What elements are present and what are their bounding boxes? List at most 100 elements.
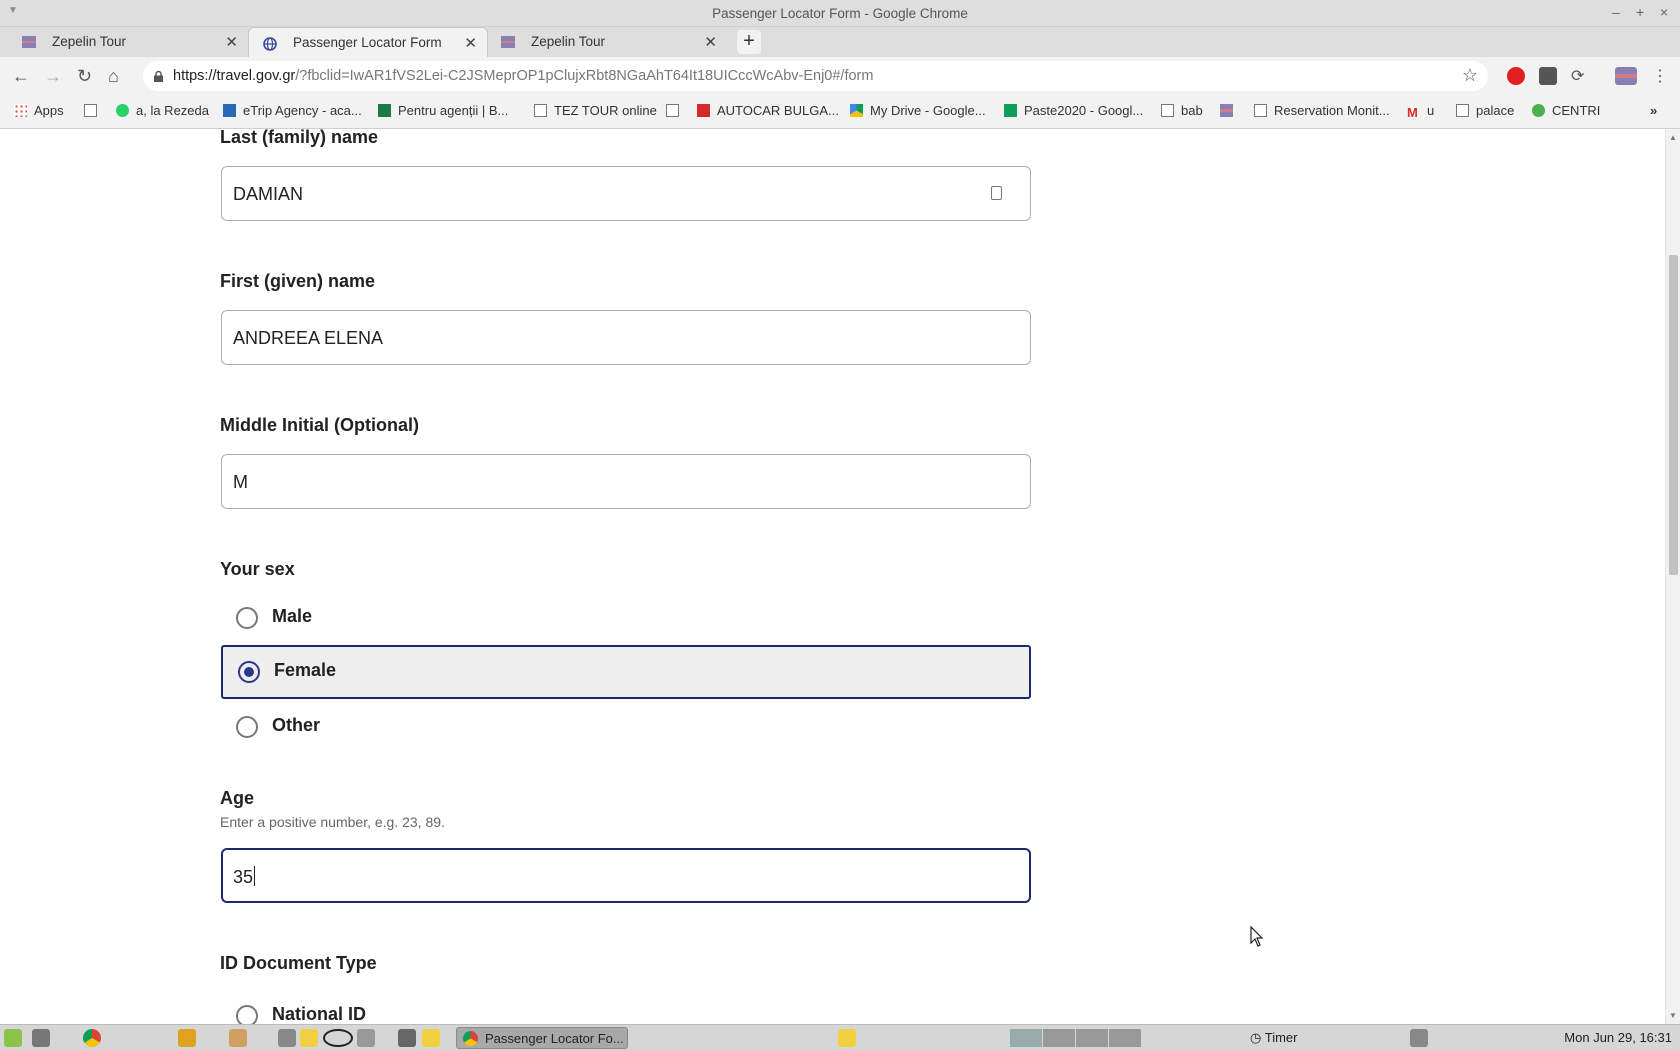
- bookmark-reservation-monitor[interactable]: Reservation Monit...: [1254, 103, 1390, 118]
- bookmark-gmail[interactable]: Mu: [1407, 103, 1434, 119]
- chrome-icon: [463, 1031, 478, 1046]
- folder-icon[interactable]: [300, 1029, 318, 1047]
- tab-label: Zepelin Tour: [52, 34, 127, 49]
- sex-label: Your sex: [220, 559, 295, 579]
- radio-unchecked-icon: [236, 607, 258, 629]
- chrome-launcher-icon[interactable]: [83, 1029, 101, 1047]
- calculator-icon[interactable]: [32, 1029, 50, 1047]
- tab-zepelin-2[interactable]: Zepelin Tour ✕: [487, 27, 727, 57]
- workspace-4[interactable]: [1109, 1029, 1141, 1047]
- bookmark-pentru-agentii[interactable]: Pentru agenții | B...: [378, 103, 508, 118]
- middle-initial-label: Middle Initial (Optional): [220, 415, 419, 435]
- workspace-1[interactable]: [1010, 1029, 1042, 1047]
- browser-toolbar: ← → ↻ ⌂ https://travel.gov.gr/?fbclid=Iw…: [0, 57, 1680, 95]
- terminal-icon[interactable]: [398, 1029, 416, 1047]
- eyes-icon[interactable]: [323, 1029, 353, 1047]
- tab-label: Passenger Locator Form: [293, 35, 442, 50]
- lock-icon: [154, 69, 163, 82]
- id-option-national-id[interactable]: National ID: [221, 990, 1031, 1024]
- chrome-menu-icon[interactable]: ⋮: [1652, 66, 1668, 86]
- radio-unchecked-icon: [236, 1005, 258, 1024]
- bookmark-palace[interactable]: palace: [1456, 103, 1514, 118]
- close-tab-icon[interactable]: ✕: [464, 34, 477, 52]
- scroll-up-icon[interactable]: ▲: [1669, 133, 1677, 142]
- taskbar-window-passenger-locator[interactable]: Passenger Locator Fo...: [456, 1027, 628, 1049]
- middle-initial-input[interactable]: M: [221, 454, 1031, 509]
- etrip-icon: [223, 104, 236, 117]
- last-name-input[interactable]: DAMIAN: [221, 166, 1031, 221]
- bookmark-page[interactable]: [84, 103, 104, 118]
- bookmarks-overflow-icon[interactable]: »: [1650, 103, 1657, 118]
- workspace-2[interactable]: [1043, 1029, 1075, 1047]
- gmail-icon: M: [1407, 105, 1418, 120]
- close-tab-icon[interactable]: ✕: [704, 33, 717, 51]
- sex-option-other[interactable]: Other: [221, 701, 1031, 755]
- back-arrow-icon[interactable]: ←: [12, 66, 30, 87]
- autocar-icon: [697, 104, 710, 117]
- tab-label: Zepelin Tour: [531, 34, 606, 49]
- sex-option-female[interactable]: Female: [221, 645, 1031, 699]
- folder-icon[interactable]: [422, 1029, 440, 1047]
- clock[interactable]: Mon Jun 29, 16:31: [1564, 1030, 1672, 1045]
- bookmark-a-la-rezeda[interactable]: a, la Rezeda: [116, 103, 209, 118]
- bookmark-page-2[interactable]: [666, 103, 686, 118]
- radio-unchecked-icon: [236, 716, 258, 738]
- maximize-icon[interactable]: +: [1636, 4, 1644, 20]
- radio-label: Female: [274, 660, 337, 680]
- bookmark-my-drive[interactable]: My Drive - Google...: [850, 103, 986, 118]
- bookmark-autocar-bulgaria[interactable]: AUTOCAR BULGA...: [697, 103, 839, 118]
- bookmark-apps[interactable]: Apps: [14, 103, 64, 118]
- bookmark-centri[interactable]: CENTRI: [1532, 103, 1600, 118]
- bookmark-bab[interactable]: bab: [1161, 103, 1203, 118]
- reload-icon[interactable]: ↻: [77, 66, 92, 87]
- whatsapp-icon: [116, 104, 129, 117]
- bookmark-zepelin[interactable]: [1220, 103, 1240, 118]
- tab-passenger-locator[interactable]: Passenger Locator Form ✕: [248, 27, 488, 57]
- bookmark-tez-tour[interactable]: TEZ TOUR online: [534, 103, 657, 118]
- timer-applet[interactable]: ◷ Timer: [1250, 1030, 1297, 1046]
- search-icon[interactable]: [357, 1029, 375, 1047]
- zepelin-favicon-icon: [501, 36, 515, 48]
- page-icon: [84, 104, 97, 117]
- tab-strip: Zepelin Tour ✕ Passenger Locator Form ✕ …: [0, 27, 1680, 57]
- bookmark-etrip-agency[interactable]: eTrip Agency - aca...: [223, 103, 362, 118]
- scrollbar-thumb[interactable]: [1669, 255, 1678, 575]
- last-name-value: DAMIAN: [233, 184, 304, 204]
- adblock-extension-icon[interactable]: [1507, 67, 1525, 85]
- mint-menu-icon[interactable]: [4, 1029, 22, 1047]
- workspace-3[interactable]: [1076, 1029, 1108, 1047]
- page-icon: [1161, 104, 1174, 117]
- close-window-icon[interactable]: ×: [1660, 4, 1668, 20]
- first-name-input[interactable]: ANDREEA ELENA: [221, 310, 1031, 365]
- age-hint: Enter a positive number, e.g. 23, 89.: [220, 814, 445, 830]
- close-tab-icon[interactable]: ✕: [225, 33, 238, 51]
- new-tab-button[interactable]: +: [737, 30, 761, 54]
- bookmark-paste2020[interactable]: Paste2020 - Googl...: [1004, 103, 1143, 118]
- forward-arrow-icon[interactable]: →: [44, 66, 62, 87]
- google-sheets-icon: [1004, 104, 1017, 117]
- tab-zepelin-1[interactable]: Zepelin Tour ✕: [8, 27, 248, 57]
- minimize-icon[interactable]: –: [1612, 4, 1620, 20]
- page-icon: [666, 104, 679, 117]
- home-icon[interactable]: ⌂: [108, 66, 119, 87]
- address-bar[interactable]: https://travel.gov.gr/?fbclid=IwAR1fVS2L…: [143, 61, 1488, 91]
- folder-icon[interactable]: [838, 1029, 856, 1047]
- scroll-down-icon[interactable]: ▼: [1669, 1011, 1677, 1020]
- spreadsheet-icon[interactable]: [278, 1029, 296, 1047]
- profile-avatar[interactable]: [1615, 67, 1637, 85]
- network-icon[interactable]: [1410, 1029, 1428, 1047]
- id-document-label: ID Document Type: [220, 953, 377, 973]
- app-launcher-icon[interactable]: [178, 1029, 196, 1047]
- text-caret: [254, 866, 256, 886]
- sync-icon[interactable]: ⟳: [1571, 66, 1584, 86]
- vpn-extension-icon[interactable]: [1539, 67, 1557, 85]
- sex-option-male[interactable]: Male: [221, 592, 1031, 646]
- age-value: 35: [233, 866, 256, 887]
- age-label: Age: [220, 788, 255, 808]
- last-name-label: Last (family) name: [220, 129, 379, 147]
- text-editor-icon[interactable]: [229, 1029, 247, 1047]
- page-scrollbar[interactable]: ▲ ▼: [1665, 129, 1680, 1024]
- age-input[interactable]: 35: [221, 848, 1031, 903]
- autofill-contact-icon[interactable]: [991, 186, 1002, 200]
- bookmark-star-icon[interactable]: ☆: [1462, 65, 1478, 86]
